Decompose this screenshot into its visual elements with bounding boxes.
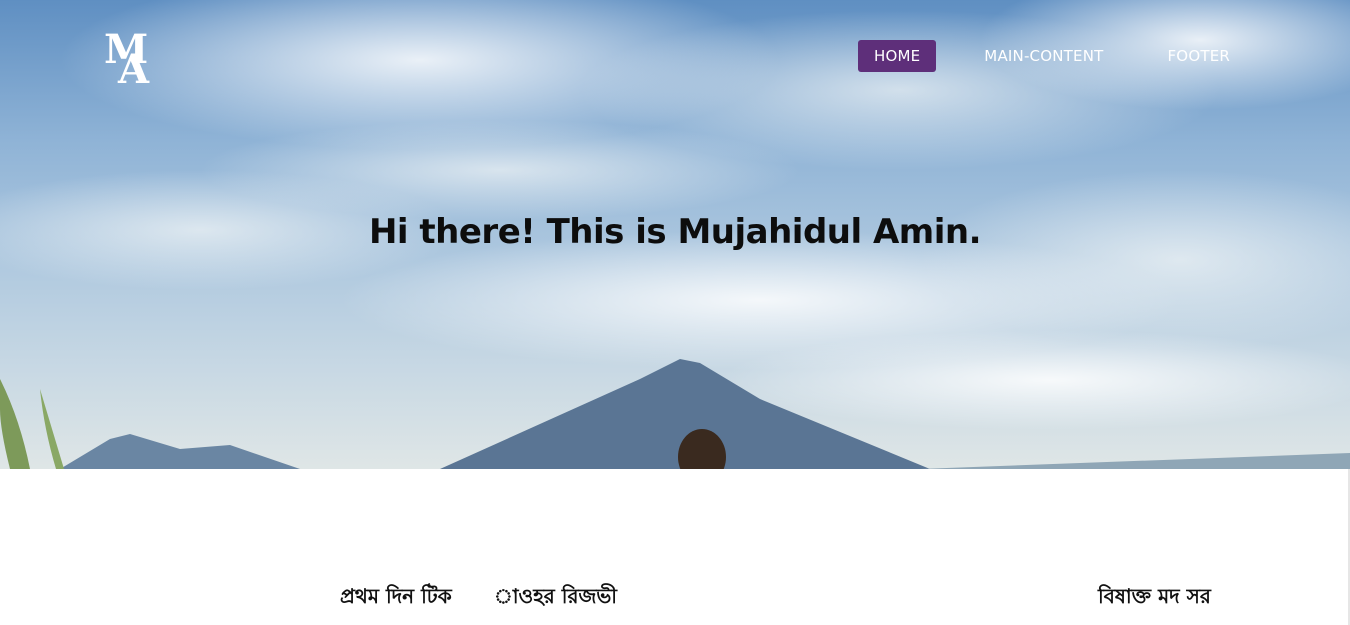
mountain-silhouette [0, 359, 1350, 469]
nav-main-content[interactable]: MAIN-CONTENT [968, 40, 1119, 72]
hero-banner: M A HOME MAIN-CONTENT FOOTER Hi there! T… [0, 0, 1350, 469]
content-snippet-2[interactable]: াওহর রিজভী [494, 582, 617, 615]
site-logo[interactable]: M A [104, 30, 162, 92]
content-snippet-3[interactable]: বিষাক্ত মদ সর [1098, 582, 1211, 615]
content-snippet-1[interactable]: প্রথম দিন টিক [340, 582, 452, 615]
nav-home[interactable]: HOME [857, 40, 937, 72]
hero-title: Hi there! This is Mujahidul Amin. [368, 212, 982, 252]
logo-letter-a: A [118, 46, 150, 93]
main-navigation: HOME MAIN-CONTENT FOOTER [857, 40, 1246, 72]
nav-footer[interactable]: FOOTER [1151, 40, 1246, 72]
